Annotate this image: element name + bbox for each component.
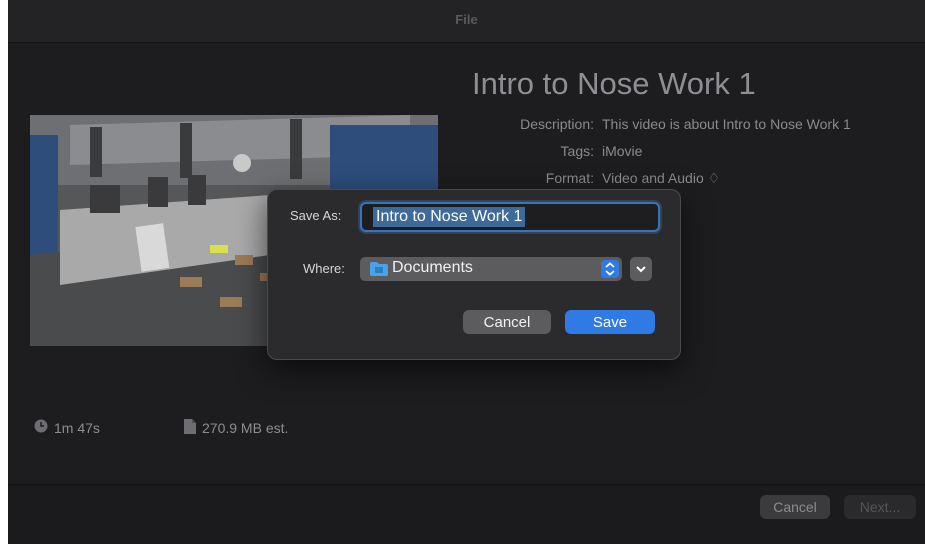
next-button[interactable]: Next... bbox=[844, 495, 916, 519]
tags-label: Tags: bbox=[560, 143, 594, 159]
size-value: 270.9 MB est. bbox=[202, 420, 289, 436]
format-label: Format: bbox=[545, 170, 594, 186]
title-bar: File bbox=[8, 0, 925, 43]
share-file-window: File Intro to Nose Work 1 Description: T… bbox=[8, 0, 925, 544]
description-value[interactable]: This video is about Intro to Nose Work 1 bbox=[602, 116, 851, 132]
save-dialog: Save As: Intro to Nose Work 1 Where: Doc… bbox=[267, 189, 681, 360]
where-label: Where: bbox=[303, 261, 345, 276]
dialog-cancel-button[interactable]: Cancel bbox=[463, 310, 551, 334]
description-label: Description: bbox=[520, 116, 594, 132]
clock-icon bbox=[34, 419, 48, 436]
duration-value: 1m 47s bbox=[54, 419, 100, 436]
chevron-down-icon bbox=[630, 266, 652, 285]
document-icon bbox=[184, 419, 196, 437]
size-stat: 270.9 MB est. bbox=[184, 419, 288, 437]
updown-chevron-icon bbox=[601, 260, 619, 278]
project-title: Intro to Nose Work 1 bbox=[472, 66, 756, 101]
tags-value[interactable]: iMovie bbox=[602, 143, 642, 159]
format-popup[interactable]: Video and Audio ♢ bbox=[602, 170, 720, 187]
filename-text: Intro to Nose Work 1 bbox=[373, 207, 526, 227]
where-value: Documents bbox=[392, 259, 473, 276]
cancel-button[interactable]: Cancel bbox=[760, 495, 830, 519]
save-as-label: Save As: bbox=[290, 208, 342, 223]
save-button[interactable]: Save bbox=[565, 310, 655, 334]
filename-field[interactable]: Intro to Nose Work 1 bbox=[360, 202, 660, 232]
where-popup[interactable]: Documents bbox=[360, 257, 622, 281]
folder-icon bbox=[370, 262, 388, 276]
expand-button[interactable] bbox=[630, 257, 652, 281]
duration-stat: 1m 47s bbox=[34, 419, 100, 436]
window-title: File bbox=[455, 12, 478, 27]
